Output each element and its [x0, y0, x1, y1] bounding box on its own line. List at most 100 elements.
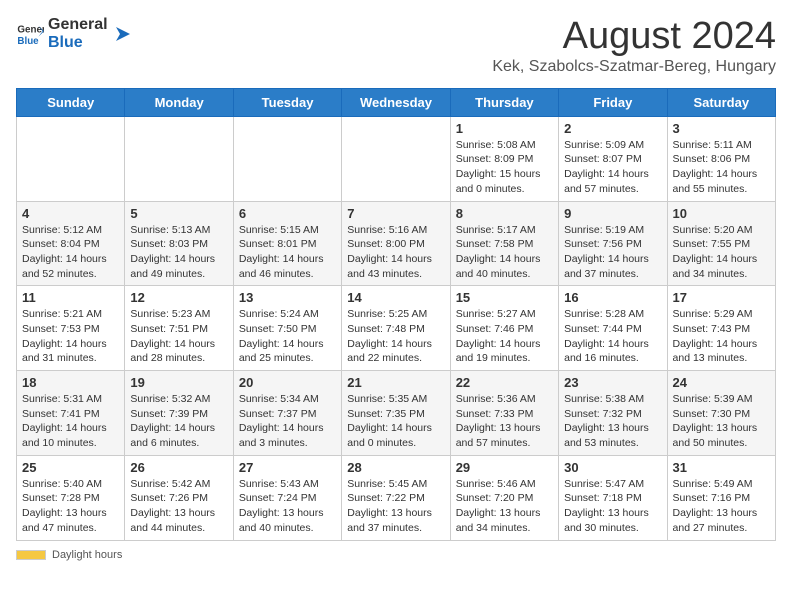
page-subtitle: Kek, Szabolcs-Szatmar-Bereg, Hungary	[492, 58, 776, 76]
day-info: Sunrise: 5:24 AMSunset: 7:50 PMDaylight:…	[239, 307, 336, 366]
day-info: Sunrise: 5:12 AMSunset: 8:04 PMDaylight:…	[22, 223, 119, 282]
calendar-cell: 19 Sunrise: 5:32 AMSunset: 7:39 PMDayligh…	[125, 371, 233, 456]
day-number: 9	[564, 206, 661, 221]
day-info: Sunrise: 5:19 AMSunset: 7:56 PMDaylight:…	[564, 223, 661, 282]
calendar-cell: 27Sunrise: 5:43 AMSunset: 7:24 PMDayligh…	[233, 455, 341, 540]
day-info: Sunrise: 5:39 AMSunset: 7:30 PMDaylight:…	[673, 392, 770, 451]
day-number: 31	[673, 460, 770, 475]
day-info: Sunrise: 5:45 AMSunset: 7:22 PMDaylight:…	[347, 477, 444, 536]
calendar-week-row: 18 Sunrise: 5:31 AMSunset: 7:41 PMDayligh…	[17, 371, 776, 456]
logo-blue-text: Blue	[48, 34, 108, 52]
day-number: 28	[347, 460, 444, 475]
day-number: 8	[456, 206, 553, 221]
calendar-cell: 25 Sunrise: 5:40 AMSunset: 7:28 PMDayligh…	[17, 455, 125, 540]
day-info: Sunrise: 5:32 AMSunset: 7:39 PMDaylight:…	[130, 392, 227, 451]
day-number: 2	[564, 121, 661, 136]
calendar-day-header: Monday	[125, 88, 233, 116]
day-number: 7	[347, 206, 444, 221]
day-info: Sunrise: 5:31 AMSunset: 7:41 PMDaylight:…	[22, 392, 119, 451]
day-number: 26	[130, 460, 227, 475]
day-number: 13	[239, 290, 336, 305]
day-number: 15	[456, 290, 553, 305]
calendar-cell: 11 Sunrise: 5:21 AMSunset: 7:53 PMDayligh…	[17, 286, 125, 371]
logo-general-text: General	[48, 16, 108, 34]
day-info: Sunrise: 5:40 AMSunset: 7:28 PMDaylight:…	[22, 477, 119, 536]
calendar-week-row: 25 Sunrise: 5:40 AMSunset: 7:28 PMDayligh…	[17, 455, 776, 540]
day-info: Sunrise: 5:16 AMSunset: 8:00 PMDaylight:…	[347, 223, 444, 282]
day-number: 12	[130, 290, 227, 305]
calendar-cell: 21Sunrise: 5:35 AMSunset: 7:35 PMDayligh…	[342, 371, 450, 456]
day-info: Sunrise: 5:11 AMSunset: 8:06 PMDaylight:…	[673, 138, 770, 197]
day-info: Sunrise: 5:21 AMSunset: 7:53 PMDaylight:…	[22, 307, 119, 366]
calendar-day-header: Thursday	[450, 88, 558, 116]
day-info: Sunrise: 5:15 AMSunset: 8:01 PMDaylight:…	[239, 223, 336, 282]
calendar-cell: 10 Sunrise: 5:20 AMSunset: 7:55 PMDayligh…	[667, 201, 775, 286]
day-number: 23	[564, 375, 661, 390]
calendar-cell: 4 Sunrise: 5:12 AMSunset: 8:04 PMDaylight…	[17, 201, 125, 286]
day-number: 6	[239, 206, 336, 221]
day-number: 24	[673, 375, 770, 390]
calendar-week-row: 4 Sunrise: 5:12 AMSunset: 8:04 PMDaylight…	[17, 201, 776, 286]
day-number: 5	[130, 206, 227, 221]
calendar-cell: 5 Sunrise: 5:13 AMSunset: 8:03 PMDaylight…	[125, 201, 233, 286]
day-number: 14	[347, 290, 444, 305]
day-number: 25	[22, 460, 119, 475]
logo-icon: General Blue	[16, 20, 44, 48]
page-title: August 2024	[492, 16, 776, 58]
calendar-cell: 6 Sunrise: 5:15 AMSunset: 8:01 PMDaylight…	[233, 201, 341, 286]
calendar-day-header: Wednesday	[342, 88, 450, 116]
day-number: 29	[456, 460, 553, 475]
calendar-table: SundayMondayTuesdayWednesdayThursdayFrid…	[16, 88, 776, 541]
day-number: 1	[456, 121, 553, 136]
day-info: Sunrise: 5:13 AMSunset: 8:03 PMDaylight:…	[130, 223, 227, 282]
day-info: Sunrise: 5:25 AMSunset: 7:48 PMDaylight:…	[347, 307, 444, 366]
calendar-week-row: 1 Sunrise: 5:08 AMSunset: 8:09 PMDaylight…	[17, 116, 776, 201]
calendar-cell: 7 Sunrise: 5:16 AMSunset: 8:00 PMDaylight…	[342, 201, 450, 286]
day-info: Sunrise: 5:36 AMSunset: 7:33 PMDaylight:…	[456, 392, 553, 451]
calendar-cell: 9 Sunrise: 5:19 AMSunset: 7:56 PMDaylight…	[559, 201, 667, 286]
day-info: Sunrise: 5:42 AMSunset: 7:26 PMDaylight:…	[130, 477, 227, 536]
calendar-day-header: Friday	[559, 88, 667, 116]
day-number: 19	[130, 375, 227, 390]
calendar-cell: 17 Sunrise: 5:29 AMSunset: 7:43 PMDayligh…	[667, 286, 775, 371]
day-number: 10	[673, 206, 770, 221]
day-info: Sunrise: 5:17 AMSunset: 7:58 PMDaylight:…	[456, 223, 553, 282]
day-info: Sunrise: 5:28 AMSunset: 7:44 PMDaylight:…	[564, 307, 661, 366]
logo: General Blue General Blue	[16, 16, 134, 51]
calendar-week-row: 11 Sunrise: 5:21 AMSunset: 7:53 PMDayligh…	[17, 286, 776, 371]
calendar-cell: 31Sunrise: 5:49 AMSunset: 7:16 PMDayligh…	[667, 455, 775, 540]
calendar-cell: 3 Sunrise: 5:11 AMSunset: 8:06 PMDaylight…	[667, 116, 775, 201]
day-info: Sunrise: 5:20 AMSunset: 7:55 PMDaylight:…	[673, 223, 770, 282]
day-number: 21	[347, 375, 444, 390]
day-info: Sunrise: 5:29 AMSunset: 7:43 PMDaylight:…	[673, 307, 770, 366]
calendar-cell: 20Sunrise: 5:34 AMSunset: 7:37 PMDayligh…	[233, 371, 341, 456]
day-number: 17	[673, 290, 770, 305]
calendar-header-row: SundayMondayTuesdayWednesdayThursdayFrid…	[17, 88, 776, 116]
calendar-cell: 26 Sunrise: 5:42 AMSunset: 7:26 PMDayligh…	[125, 455, 233, 540]
calendar-cell: 12Sunrise: 5:23 AMSunset: 7:51 PMDayligh…	[125, 286, 233, 371]
day-number: 4	[22, 206, 119, 221]
day-number: 11	[22, 290, 119, 305]
calendar-cell: 22Sunrise: 5:36 AMSunset: 7:33 PMDayligh…	[450, 371, 558, 456]
title-area: August 2024 Kek, Szabolcs-Szatmar-Bereg,…	[492, 16, 776, 76]
calendar-cell	[17, 116, 125, 201]
svg-text:General: General	[17, 24, 44, 35]
calendar-day-header: Saturday	[667, 88, 775, 116]
day-number: 3	[673, 121, 770, 136]
calendar-cell: 28 Sunrise: 5:45 AMSunset: 7:22 PMDayligh…	[342, 455, 450, 540]
svg-text:Blue: Blue	[17, 35, 39, 46]
day-info: Sunrise: 5:46 AMSunset: 7:20 PMDaylight:…	[456, 477, 553, 536]
calendar-day-header: Tuesday	[233, 88, 341, 116]
daylight-label: Daylight hours	[52, 549, 122, 561]
calendar-cell: 2Sunrise: 5:09 AMSunset: 8:07 PMDaylight…	[559, 116, 667, 201]
day-number: 30	[564, 460, 661, 475]
calendar-cell: 30 Sunrise: 5:47 AMSunset: 7:18 PMDayligh…	[559, 455, 667, 540]
page-header: General Blue General Blue August 2024 Ke…	[16, 16, 776, 76]
day-info: Sunrise: 5:38 AMSunset: 7:32 PMDaylight:…	[564, 392, 661, 451]
day-number: 20	[239, 375, 336, 390]
day-info: Sunrise: 5:08 AMSunset: 8:09 PMDaylight:…	[456, 138, 553, 197]
calendar-day-header: Sunday	[17, 88, 125, 116]
day-number: 18	[22, 375, 119, 390]
day-info: Sunrise: 5:47 AMSunset: 7:18 PMDaylight:…	[564, 477, 661, 536]
calendar-cell: 16Sunrise: 5:28 AMSunset: 7:44 PMDayligh…	[559, 286, 667, 371]
